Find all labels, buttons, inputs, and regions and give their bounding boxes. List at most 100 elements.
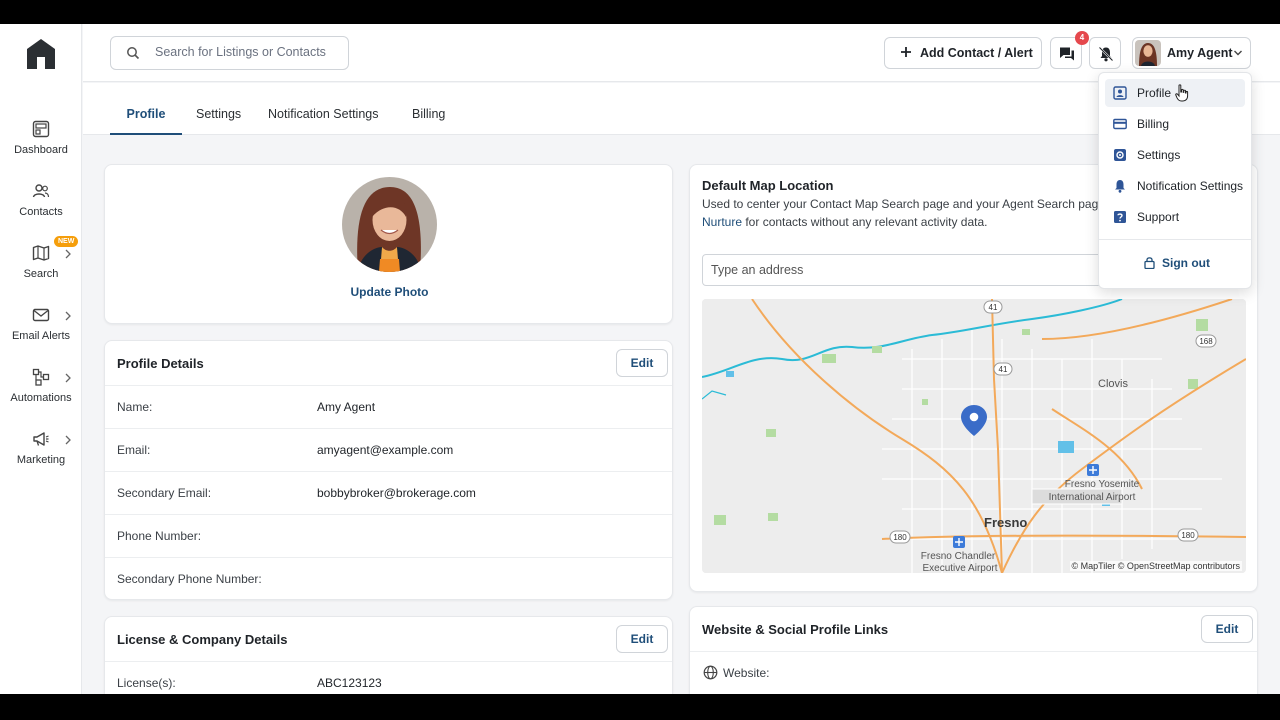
- nurture-link[interactable]: Nurture: [702, 215, 742, 229]
- menu-item-label: Support: [1137, 210, 1180, 224]
- messages-count-badge: 4: [1075, 31, 1089, 45]
- menu-item-label: Notification Settings: [1137, 179, 1244, 193]
- update-photo-link[interactable]: Update Photo: [105, 285, 672, 299]
- field-value: amyagent@example.com: [317, 443, 454, 457]
- menu-item-label: Billing: [1137, 117, 1170, 131]
- map-attribution: © MapTiler © OpenStreetMap contributors: [1069, 561, 1242, 571]
- sidebar-item-automations[interactable]: Automations: [0, 368, 82, 418]
- map-card-title: Default Map Location: [702, 178, 834, 193]
- chevron-right-icon: [65, 311, 71, 321]
- social-edit-button[interactable]: Edit: [1201, 615, 1253, 643]
- sidebar-item-dashboard[interactable]: Dashboard: [0, 120, 82, 170]
- profile-row-name: Name: Amy Agent: [105, 385, 672, 428]
- social-links-title: Website & Social Profile Links: [702, 622, 889, 637]
- hand-cursor-icon: [1175, 84, 1189, 102]
- website-label: Website:: [723, 666, 770, 680]
- tab-notification-settings[interactable]: Notification Settings: [268, 83, 378, 135]
- search-input[interactable]: [155, 45, 340, 59]
- profile-edit-button[interactable]: Edit: [616, 349, 668, 377]
- credit-card-icon: [1113, 118, 1127, 130]
- profile-row-secondary-phone: Secondary Phone Number:: [105, 557, 672, 599]
- search-icon: [127, 47, 140, 60]
- plus-icon: [901, 47, 911, 57]
- chat-icon: [1060, 47, 1074, 61]
- map-canvas: 41 41 168 180 180 Clovis Fresno Yosemite…: [702, 299, 1246, 573]
- profile-details-title: Profile Details: [117, 356, 204, 371]
- highway-180-label: 180: [893, 533, 907, 542]
- field-label: Name:: [117, 400, 153, 414]
- sidebar-item-label: Email Alerts: [11, 330, 71, 342]
- sidebar-item-label: Dashboard: [14, 144, 68, 156]
- mail-icon: [32, 308, 50, 322]
- profile-row-email: Email: amyagent@example.com: [105, 428, 672, 471]
- address-input[interactable]: [711, 263, 1131, 277]
- sidebar-item-label: Marketing: [16, 454, 66, 466]
- sidebar-item-label: Contacts: [19, 206, 63, 218]
- bell-icon: [1115, 180, 1125, 193]
- field-label: License(s):: [117, 676, 176, 690]
- highway-41-label: 41: [989, 303, 998, 312]
- profile-row-phone: Phone Number:: [105, 514, 672, 557]
- highway-180-label: 180: [1181, 531, 1195, 540]
- menu-item-settings[interactable]: Settings: [1105, 141, 1245, 169]
- add-button-label: Add Contact / Alert: [920, 46, 1033, 60]
- chevron-right-icon: [65, 249, 71, 259]
- profile-photo: [342, 177, 437, 272]
- highway-41-label: 41: [999, 365, 1008, 374]
- menu-item-support[interactable]: Support: [1105, 203, 1245, 231]
- tab-settings[interactable]: Settings: [196, 83, 241, 135]
- menu-item-label: Profile: [1137, 86, 1172, 100]
- airport-label: Fresno Yosemite: [1065, 479, 1140, 490]
- map-view[interactable]: 41 41 168 180 180 Clovis Fresno Yosemite…: [702, 299, 1246, 573]
- field-label: Secondary Phone Number:: [117, 572, 262, 586]
- menu-item-billing[interactable]: Billing: [1105, 110, 1245, 138]
- license-details-card: License & Company Details Edit License(s…: [104, 616, 673, 694]
- dashboard-icon: [32, 120, 50, 138]
- map-icon: [32, 245, 50, 261]
- new-badge: NEW: [54, 236, 79, 247]
- sidebar-item-search[interactable]: NEW Search: [0, 236, 82, 294]
- user-menu-button[interactable]: Amy Agent: [1132, 37, 1251, 69]
- field-value: Amy Agent: [317, 400, 376, 414]
- field-value: bobbybroker@brokerage.com: [317, 486, 476, 500]
- license-edit-button[interactable]: Edit: [616, 625, 668, 653]
- sign-out-label: Sign out: [1162, 256, 1210, 270]
- bell-off-icon: [1098, 46, 1114, 62]
- sidebar: Dashboard Contacts NEW Search Email Aler…: [0, 24, 82, 694]
- field-label: Secondary Email:: [117, 486, 212, 500]
- notifications-button[interactable]: [1089, 37, 1121, 69]
- field-value: ABC123123: [317, 676, 382, 690]
- menu-item-notification-settings[interactable]: Notification Settings: [1105, 172, 1245, 200]
- address-field[interactable]: [702, 254, 1142, 286]
- website-row: Website:: [690, 651, 1257, 694]
- description-text: for contacts without any relevant activi…: [742, 215, 988, 229]
- sidebar-item-label: Search: [23, 268, 59, 280]
- map-card-description: Used to center your Contact Map Search p…: [702, 195, 1122, 231]
- add-contact-alert-button[interactable]: Add Contact / Alert: [884, 37, 1042, 69]
- chevron-right-icon: [65, 435, 71, 445]
- contacts-icon: [32, 184, 50, 198]
- highway-168-label: 168: [1199, 337, 1213, 346]
- airport-label: Executive Airport: [922, 563, 997, 573]
- city-label-fresno: Fresno: [984, 515, 1027, 530]
- city-label-clovis: Clovis: [1098, 378, 1128, 390]
- airport-label: International Airport: [1049, 492, 1136, 503]
- settings-icon: [1114, 149, 1126, 161]
- profile-row-secondary-email: Secondary Email: bobbybroker@brokerage.c…: [105, 471, 672, 514]
- sidebar-item-marketing[interactable]: Marketing: [0, 430, 82, 480]
- tab-profile[interactable]: Profile: [110, 83, 182, 135]
- tab-billing[interactable]: Billing: [412, 83, 445, 135]
- license-row: License(s): ABC123123: [105, 661, 672, 694]
- sidebar-item-contacts[interactable]: Contacts: [0, 182, 82, 232]
- profile-icon: [1113, 86, 1127, 100]
- help-icon: [1114, 211, 1126, 223]
- search-box[interactable]: [110, 36, 349, 70]
- sign-out-button[interactable]: Sign out: [1099, 253, 1251, 275]
- sidebar-item-email-alerts[interactable]: Email Alerts: [0, 306, 82, 356]
- logo-icon[interactable]: [26, 38, 56, 70]
- sidebar-item-label: Automations: [10, 392, 72, 404]
- globe-icon: [703, 665, 718, 680]
- chevron-down-icon: [1234, 50, 1242, 56]
- profile-details-card: Profile Details Edit Name: Amy Agent Ema…: [104, 340, 673, 600]
- menu-divider: [1099, 239, 1251, 240]
